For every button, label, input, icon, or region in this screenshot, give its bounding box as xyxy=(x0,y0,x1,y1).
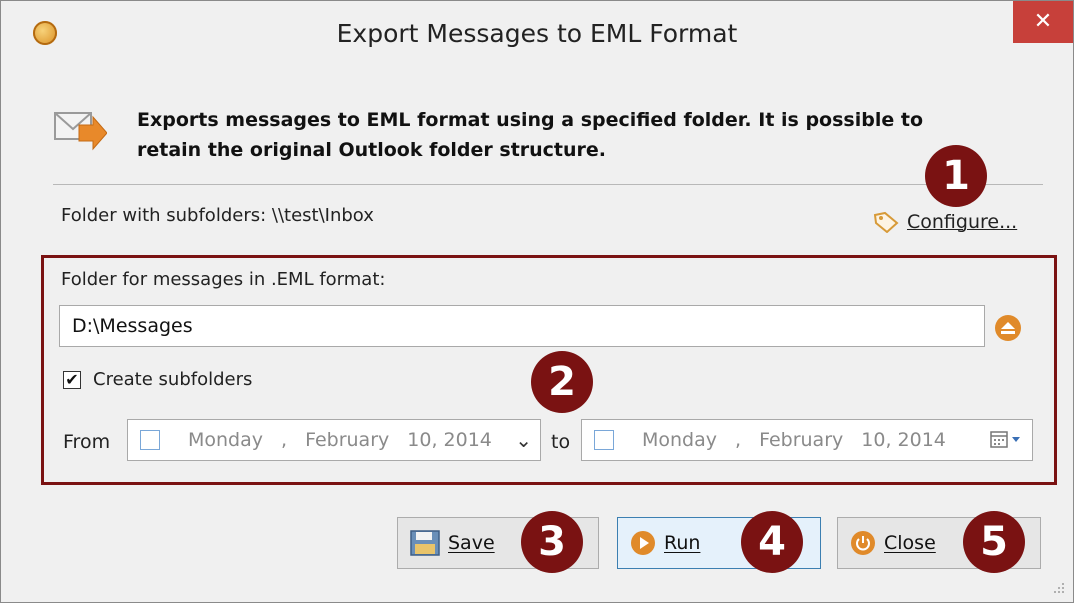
close-icon: ✕ xyxy=(1033,9,1053,34)
callout-badge-3: 3 xyxy=(521,511,583,573)
callout-badge-5: 5 xyxy=(963,511,1025,573)
close-label: Close xyxy=(884,532,936,554)
window-title: Export Messages to EML Format xyxy=(336,19,738,48)
from-month: February xyxy=(305,429,390,451)
power-icon xyxy=(850,530,876,556)
output-folder-label: Folder for messages in .EML format: xyxy=(61,269,386,290)
create-subfolders-checkbox[interactable]: ✔ xyxy=(63,371,81,389)
callout-badge-4: 4 xyxy=(741,511,803,573)
to-separator: , xyxy=(735,429,742,451)
callout-badge-2: 2 xyxy=(531,351,593,413)
tag-icon xyxy=(873,211,899,233)
header-separator xyxy=(53,184,1043,185)
chevron-down-icon[interactable]: ⌄ xyxy=(515,428,532,452)
from-date-enable-checkbox[interactable] xyxy=(140,430,160,450)
from-date-picker[interactable]: Monday , February 10, 2014 ⌄ xyxy=(127,419,541,461)
browse-button[interactable] xyxy=(995,315,1021,341)
from-weekday: Monday xyxy=(188,429,264,451)
to-date-picker[interactable]: Monday , February 10, 2014 xyxy=(581,419,1033,461)
save-disk-icon xyxy=(410,530,440,556)
to-date-enable-checkbox[interactable] xyxy=(594,430,614,450)
export-arrow-icon xyxy=(54,112,107,151)
dialog-window: Export Messages to EML Format ✕ Exports … xyxy=(0,0,1074,603)
configure-label: Configure... xyxy=(907,211,1018,233)
dialog-description: Exports messages to EML format using a s… xyxy=(137,109,923,161)
save-label: Save xyxy=(448,532,495,554)
run-play-icon xyxy=(630,530,656,556)
callout-badge-1: 1 xyxy=(925,145,987,207)
from-separator: , xyxy=(281,429,288,451)
to-month: February xyxy=(759,429,844,451)
resize-grip-icon[interactable] xyxy=(1051,580,1065,594)
from-day-year: 10, 2014 xyxy=(407,429,492,451)
to-weekday: Monday xyxy=(642,429,718,451)
title-bar: Export Messages to EML Format ✕ xyxy=(1,1,1073,79)
source-folder-label: Folder with subfolders: \\test\Inbox xyxy=(61,205,374,226)
run-label: Run xyxy=(664,532,701,554)
from-label: From xyxy=(63,431,111,453)
checkmark-icon: ✔ xyxy=(65,370,79,389)
create-subfolders-label: Create subfolders xyxy=(93,369,253,390)
close-window-button[interactable]: ✕ xyxy=(1013,1,1073,43)
output-folder-input[interactable]: D:\Messages xyxy=(59,305,985,347)
to-day-year: 10, 2014 xyxy=(861,429,946,451)
configure-link[interactable]: Configure... xyxy=(873,211,1017,233)
to-label: to xyxy=(551,431,571,453)
calendar-icon[interactable] xyxy=(990,431,1022,449)
eject-icon xyxy=(1001,322,1015,334)
